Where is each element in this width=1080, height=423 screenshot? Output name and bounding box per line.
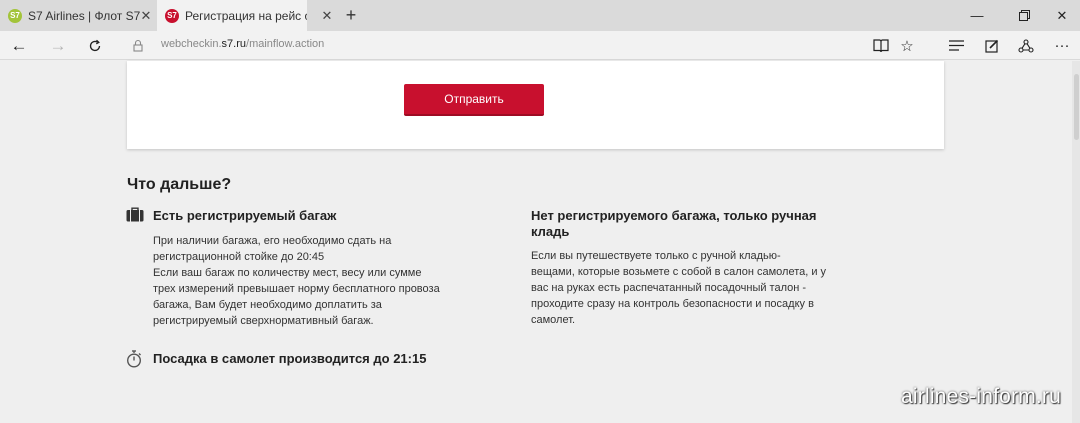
- refresh-icon[interactable]: [80, 31, 110, 60]
- text-line: вещами, которые возьмете с собой в салон…: [531, 266, 827, 278]
- section-title: Что дальше?: [127, 176, 232, 193]
- heading-line: кладь: [531, 224, 570, 239]
- no-baggage-text: Если вы путешествуете только с ручной кл…: [531, 248, 826, 328]
- new-tab-button[interactable]: +: [338, 0, 364, 31]
- url-field[interactable]: webcheckin.s7.ru/mainflow.action: [161, 38, 324, 50]
- text-line: Если ваш багаж по количеству мест, весу …: [153, 267, 422, 279]
- share-icon[interactable]: [1012, 31, 1040, 60]
- text-line: багажа, Вам будет необходимо доплатить з…: [153, 299, 382, 311]
- watermark: airlines-inform.ru: [901, 385, 1061, 408]
- address-bar: ← → webcheckin.s7.ru/mainflow.action ☆ ·…: [0, 31, 1080, 60]
- url-path: /mainflow.action: [246, 38, 325, 50]
- tab-bar: S7 S7 Airlines | Флот S7 ✕ S7 Регистраци…: [0, 0, 1080, 31]
- checkin-form-card: Отправить: [127, 61, 944, 149]
- restore-icon[interactable]: [1006, 0, 1042, 31]
- favorite-star-icon[interactable]: ☆: [893, 31, 921, 60]
- s7-favicon-icon: S7: [165, 8, 179, 23]
- more-options-icon[interactable]: ···: [1048, 31, 1076, 60]
- baggage-heading: Есть регистрируемый багаж: [153, 208, 337, 223]
- back-arrow-icon[interactable]: ←: [4, 31, 34, 60]
- url-prefix: webcheckin.: [161, 38, 222, 50]
- text-line: трех измерений превышает норму бесплатно…: [153, 283, 440, 295]
- tab-s7-fleet[interactable]: S7 S7 Airlines | Флот S7 ✕: [0, 0, 156, 31]
- reading-view-icon[interactable]: [867, 31, 895, 60]
- web-note-icon[interactable]: [978, 31, 1006, 60]
- close-tab-icon[interactable]: ✕: [318, 0, 336, 31]
- forward-arrow-icon[interactable]: →: [43, 31, 73, 60]
- suitcase-icon: [126, 207, 144, 222]
- scrollbar[interactable]: [1072, 61, 1080, 423]
- scrollbar-thumb[interactable]: [1074, 74, 1079, 140]
- no-baggage-heading: Нет регистрируемого багажа, только ручна…: [531, 208, 817, 240]
- boarding-deadline: Посадка в самолет производится до 21:15: [153, 351, 427, 366]
- stopwatch-icon: [126, 350, 142, 368]
- tab-label: S7 Airlines | Флот S7: [28, 8, 141, 23]
- text-line: проходите сразу на контроль безопасности…: [531, 298, 814, 310]
- close-window-icon[interactable]: ✕: [1044, 0, 1080, 31]
- url-host: s7.ru: [221, 38, 247, 50]
- baggage-text: При наличии багажа, его необходимо сдать…: [153, 233, 440, 329]
- text-line: вас на руках есть распечатанный посадочн…: [531, 282, 807, 294]
- text-line: самолет.: [531, 314, 576, 326]
- hub-menu-icon[interactable]: [942, 31, 970, 60]
- s7-favicon-icon: S7: [8, 8, 22, 23]
- text-line: регистрируемый сверхнормативный багаж.: [153, 315, 374, 327]
- tab-checkin[interactable]: S7 Регистрация на рейс ол: [157, 0, 307, 31]
- lock-icon: [133, 39, 143, 52]
- text-line: регистрационной стойке до 20:45: [153, 251, 325, 263]
- tab-label: Регистрация на рейс ол: [185, 8, 307, 23]
- submit-button[interactable]: Отправить: [404, 84, 544, 116]
- minimize-icon[interactable]: —: [959, 0, 995, 31]
- text-line: Если вы путешествуете только с ручной кл…: [531, 250, 781, 262]
- text-line: При наличии багажа, его необходимо сдать…: [153, 235, 392, 247]
- heading-line: Нет регистрируемого багажа, только ручна…: [531, 208, 817, 223]
- close-tab-icon[interactable]: ✕: [138, 0, 154, 31]
